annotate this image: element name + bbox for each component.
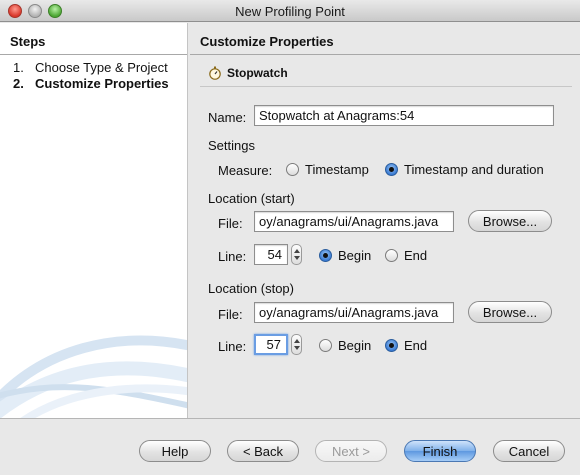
panel-title: Customize Properties: [200, 34, 334, 49]
steps-panel: Steps 1. Choose Type & Project 2. Customiz…: [0, 23, 188, 418]
profiling-type-name: Stopwatch: [227, 66, 288, 80]
radio-indicator-selected[interactable]: [385, 339, 398, 352]
name-input[interactable]: [254, 105, 554, 126]
header-divider: [200, 86, 572, 87]
measure-timestamp-radio[interactable]: Timestamp: [286, 162, 369, 177]
dialog-window: New Profiling Point Steps 1. Choose Type …: [0, 0, 580, 475]
radio-indicator[interactable]: [286, 163, 299, 176]
stop-file-input[interactable]: [254, 302, 454, 323]
panel-title-divider: [190, 54, 580, 55]
stop-browse-button[interactable]: Browse...: [468, 301, 552, 323]
profiling-type-header: Stopwatch: [208, 66, 288, 80]
decorative-swoosh-graphic: [0, 335, 187, 418]
stopwatch-icon: [209, 66, 221, 80]
help-button[interactable]: Help: [139, 440, 211, 462]
step-customize-properties: 2. Customize Properties: [13, 76, 169, 91]
window-title: New Profiling Point: [235, 4, 345, 19]
start-line-label: Line:: [218, 249, 247, 264]
start-end-radio[interactable]: End: [385, 248, 427, 263]
radio-label: Timestamp: [305, 162, 369, 177]
radio-label: End: [404, 248, 428, 263]
steps-title: Steps: [10, 34, 46, 49]
title-bar[interactable]: New Profiling Point: [0, 0, 580, 22]
step-number: 1.: [13, 60, 24, 75]
start-begin-radio[interactable]: Begin: [319, 248, 371, 263]
radio-label: Timestamp and duration: [404, 162, 544, 177]
start-browse-button[interactable]: Browse...: [468, 210, 552, 232]
next-button[interactable]: Next >: [315, 440, 387, 462]
start-file-input[interactable]: [254, 211, 454, 232]
radio-label: Begin: [338, 338, 372, 353]
location-start-section-title: Location (start): [208, 191, 295, 206]
finish-button[interactable]: Finish: [404, 440, 476, 462]
radio-label: Begin: [338, 248, 372, 263]
step-label: Customize Properties: [35, 76, 169, 91]
start-line-input[interactable]: [254, 244, 288, 265]
radio-indicator[interactable]: [385, 249, 398, 262]
start-line-stepper[interactable]: [291, 244, 302, 265]
location-stop-section-title: Location (stop): [208, 281, 294, 296]
name-label: Name:: [208, 110, 247, 125]
back-button[interactable]: < Back: [227, 440, 299, 462]
customize-properties-panel: Customize Properties Stopwatch Name: Set…: [190, 23, 580, 418]
radio-indicator-selected[interactable]: [385, 163, 398, 176]
cancel-button[interactable]: Cancel: [493, 440, 565, 462]
measure-timestamp-duration-radio[interactable]: Timestamp and duration: [385, 162, 544, 177]
stop-file-label: File:: [218, 307, 243, 322]
radio-label: End: [404, 338, 428, 353]
stop-line-stepper[interactable]: [291, 334, 302, 355]
radio-indicator[interactable]: [319, 339, 332, 352]
stop-line-input[interactable]: [254, 334, 288, 355]
stop-line-label: Line:: [218, 339, 247, 354]
start-file-label: File:: [218, 216, 243, 231]
step-label: Choose Type & Project: [35, 60, 168, 75]
step-number: 2.: [13, 76, 24, 91]
stop-end-radio[interactable]: End: [385, 338, 427, 353]
button-bar-divider: [0, 418, 580, 419]
step-choose-type: 1. Choose Type & Project: [13, 60, 168, 75]
steps-divider: [0, 54, 187, 55]
radio-indicator-selected[interactable]: [319, 249, 332, 262]
measure-label: Measure:: [218, 163, 273, 178]
stop-begin-radio[interactable]: Begin: [319, 338, 371, 353]
settings-section-title: Settings: [208, 138, 255, 153]
